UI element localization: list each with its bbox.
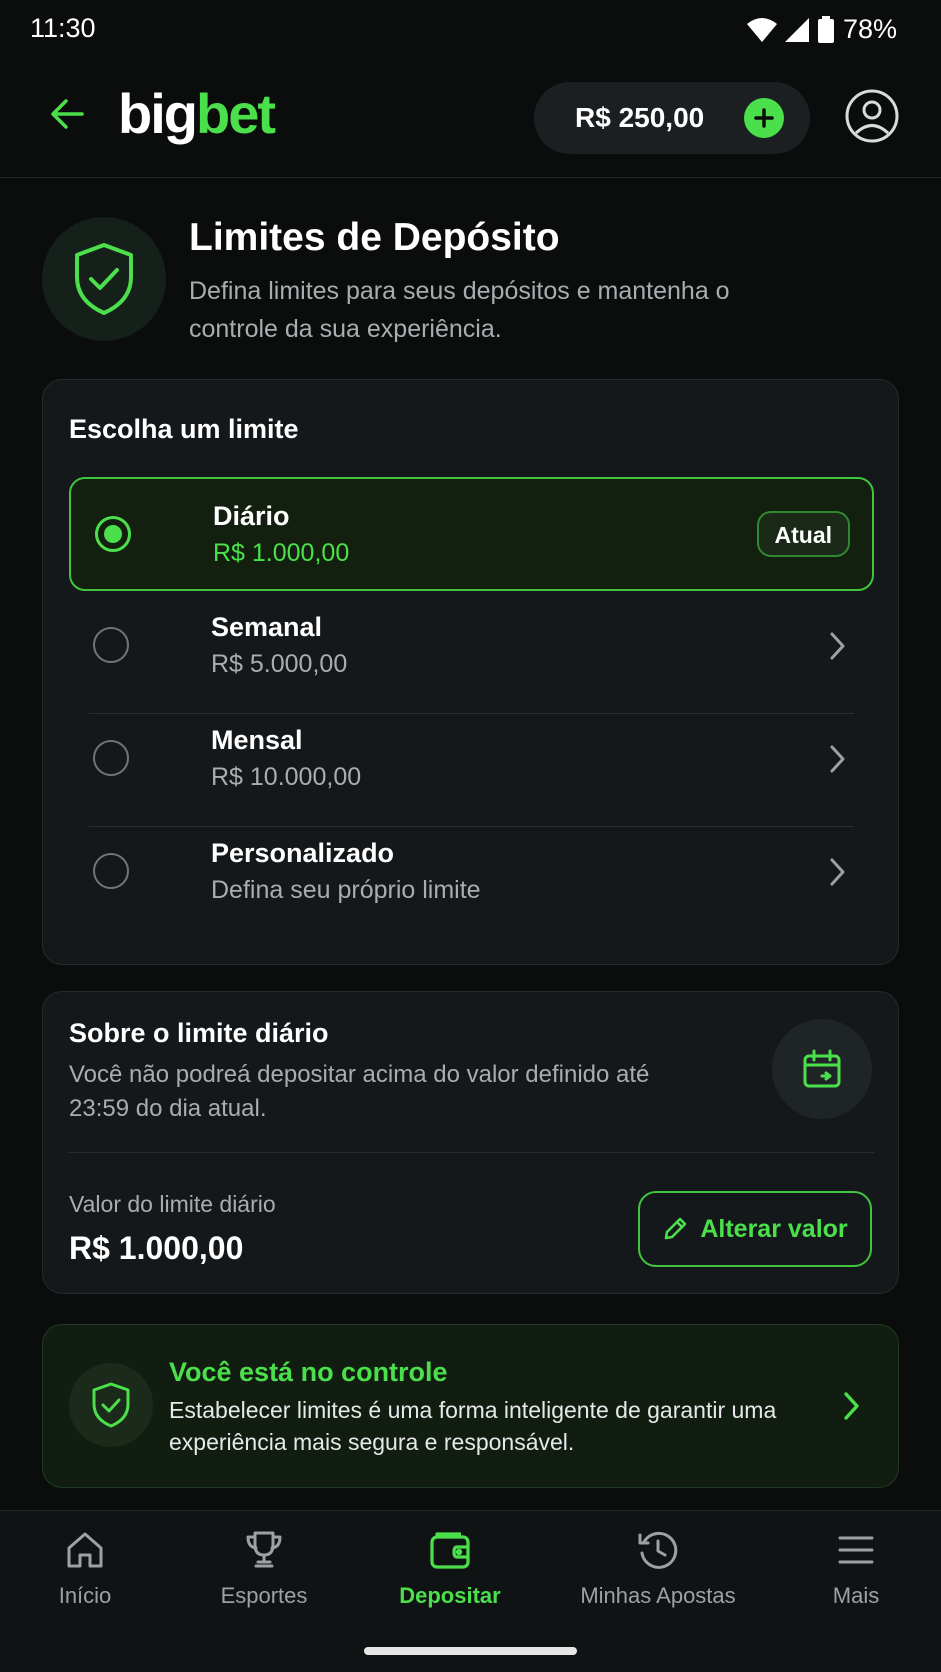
option-value: Defina seu próprio limite: [211, 876, 481, 904]
status-time: 11:30: [30, 13, 96, 43]
limit-value-label: Valor do limite diário: [69, 1191, 276, 1217]
page-title: Limites de Depósito: [189, 216, 560, 259]
logo-big: big: [118, 82, 198, 145]
change-value-button[interactable]: Alterar valor: [638, 1191, 872, 1267]
nav-item-my-bets[interactable]: Minhas Apostas: [568, 1529, 748, 1629]
nav-label: Mais: [832, 1583, 880, 1608]
option-value: R$ 10.000,00: [211, 763, 362, 791]
calendar-badge: [772, 1019, 872, 1119]
divider: [69, 1152, 874, 1153]
battery-icon: [817, 15, 834, 43]
option-label: Semanal: [211, 612, 323, 642]
limit-options-heading: Escolha um limite: [69, 414, 299, 444]
balance-amount: R$ 250,00: [575, 102, 705, 133]
limit-option-weekly[interactable]: Semanal R$ 5.000,00: [69, 590, 874, 704]
shield-badge: [42, 217, 166, 341]
status-bar: 11:30 78%: [0, 0, 941, 58]
nav-label: Esportes: [220, 1583, 308, 1608]
banner-text: Estabelecer limites é uma forma intelige…: [169, 1397, 777, 1455]
home-indicator[interactable]: [364, 1647, 577, 1655]
shield-check-icon: [75, 243, 133, 315]
option-value: R$ 1.000,00: [213, 539, 350, 567]
logo-bet: bet: [195, 82, 276, 145]
balance-pill[interactable]: R$ 250,00: [534, 82, 810, 154]
limit-option-custom[interactable]: Personalizado Defina seu próprio limite: [69, 816, 874, 930]
radio-unselected[interactable]: [93, 627, 129, 663]
shield-check-icon: [92, 1382, 130, 1428]
add-funds-button[interactable]: [744, 98, 784, 138]
nav-label: Início: [58, 1583, 112, 1608]
calendar-icon: [803, 1049, 841, 1088]
info-title: Sobre o limite diário: [69, 1018, 329, 1048]
wifi-icon: [746, 17, 777, 42]
daily-limit-info-card: Sobre o limite diário Você não podreá de…: [42, 991, 899, 1294]
limit-option-monthly[interactable]: Mensal R$ 10.000,00: [69, 703, 874, 817]
plus-icon: [754, 108, 774, 128]
wallet-icon: [430, 1532, 470, 1569]
app-header: bigbet R$ 250,00: [0, 58, 941, 178]
radio-selected[interactable]: [95, 516, 131, 552]
trophy-icon: [246, 1531, 282, 1568]
status-icons: 78%: [746, 14, 897, 45]
signal-icon: [784, 17, 809, 42]
nav-item-more[interactable]: Mais: [766, 1529, 941, 1629]
battery-percentage: 78%: [842, 14, 897, 44]
nav-item-home[interactable]: Início: [0, 1529, 175, 1629]
current-badge: Atual: [756, 511, 850, 557]
responsible-gaming-banner[interactable]: Você está no controle Estabelecer limite…: [42, 1324, 899, 1488]
shield-badge: [69, 1363, 153, 1447]
user-circle-icon: [845, 89, 899, 143]
limit-value: R$ 1.000,00: [69, 1230, 244, 1266]
nav-item-deposit[interactable]: Depositar: [360, 1529, 540, 1629]
chevron-right-icon[interactable]: [838, 1389, 864, 1423]
nav-label: Minhas Apostas: [580, 1583, 736, 1608]
option-label: Diário: [213, 501, 290, 531]
chevron-right-icon: [830, 745, 845, 773]
bottom-navigation: Início Esportes Depositar Minhas Apostas…: [0, 1510, 941, 1672]
brand-logo[interactable]: bigbet: [118, 82, 276, 146]
profile-button[interactable]: [844, 88, 900, 144]
option-value: R$ 5.000,00: [211, 650, 348, 678]
limit-option-daily[interactable]: Diário R$ 1.000,00 Atual: [69, 477, 874, 591]
chevron-right-icon: [830, 632, 845, 660]
back-button[interactable]: [42, 88, 94, 140]
option-label: Mensal: [211, 725, 303, 755]
radio-unselected[interactable]: [93, 853, 129, 889]
page-subtitle: Defina limites para seus depósitos e man…: [189, 277, 730, 343]
menu-icon: [838, 1536, 874, 1564]
nav-label: Depositar: [399, 1583, 501, 1608]
limit-options-card: Escolha um limite Diário R$ 1.000,00 Atu…: [42, 379, 899, 965]
change-value-label: Alterar valor: [700, 1214, 848, 1243]
history-icon: [638, 1531, 678, 1569]
radio-unselected[interactable]: [93, 740, 129, 776]
arrow-left-icon: [51, 99, 84, 129]
nav-item-sports[interactable]: Esportes: [174, 1529, 354, 1629]
option-label: Personalizado: [211, 838, 395, 868]
home-icon: [67, 1532, 103, 1568]
info-text: Você não podreá depositar acima do valor…: [69, 1061, 650, 1122]
banner-title: Você está no controle: [169, 1357, 448, 1387]
pencil-icon: [665, 1217, 687, 1240]
chevron-right-icon: [830, 858, 845, 886]
